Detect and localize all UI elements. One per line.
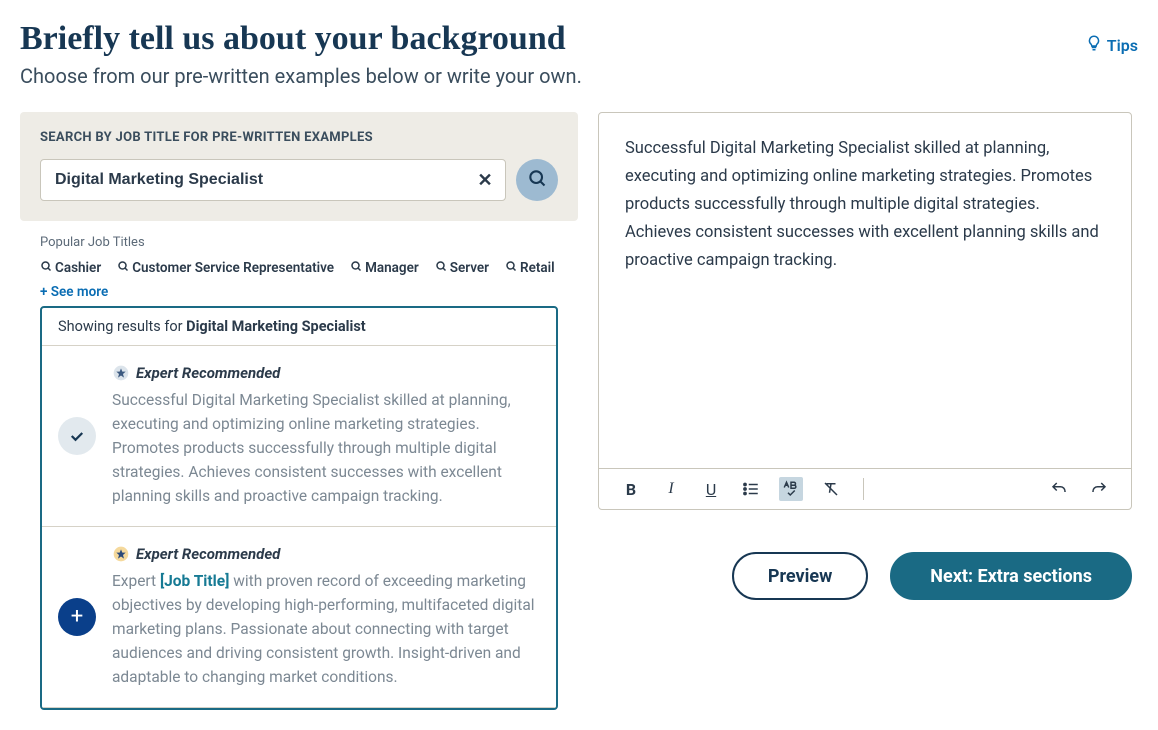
summary-editor[interactable]: Successful Digital Marketing Specialist …: [599, 113, 1131, 468]
expert-label: Expert Recommended: [136, 545, 280, 563]
toolbar-separator: [863, 478, 864, 500]
result-body: Successful Digital Marketing Specialist …: [112, 388, 540, 508]
search-icon: [527, 168, 547, 192]
bold-button[interactable]: B: [619, 477, 643, 501]
result-item[interactable]: Expert Recommended Successful Digital Ma…: [42, 346, 556, 527]
selected-check-icon[interactable]: [58, 417, 96, 455]
popular-title: Popular Job Titles: [40, 235, 558, 250]
search-icon: [117, 260, 129, 276]
italic-button[interactable]: I: [659, 477, 683, 501]
bullet-list-button[interactable]: [739, 477, 763, 501]
star-icon: [112, 545, 130, 563]
popular-job-titles: Popular Job Titles Cashier Customer Serv…: [20, 221, 578, 306]
job-title-placeholder: [Job Title]: [160, 572, 229, 590]
search-icon: [350, 260, 362, 276]
clear-search-icon[interactable]: ✕: [473, 168, 497, 192]
search-input[interactable]: [55, 171, 465, 189]
tag-label: Server: [450, 260, 489, 276]
tag-label: Retail: [520, 260, 555, 276]
search-icon: [505, 260, 517, 276]
action-row: Preview Next: Extra sections: [598, 552, 1132, 600]
popular-tag-retail[interactable]: Retail: [505, 260, 555, 276]
preview-button[interactable]: Preview: [732, 552, 868, 600]
search-label: SEARCH BY JOB TITLE FOR PRE-WRITTEN EXAM…: [40, 130, 558, 145]
next-button[interactable]: Next: Extra sections: [890, 552, 1132, 600]
tag-label: Cashier: [55, 260, 101, 276]
tag-label: Manager: [365, 260, 419, 276]
results-header-term: Digital Marketing Specialist: [186, 318, 366, 335]
spellcheck-button[interactable]: [779, 477, 803, 501]
star-icon: [112, 364, 130, 382]
search-icon: [40, 260, 52, 276]
results-header-prefix: Showing results for: [58, 318, 186, 335]
redo-button[interactable]: [1087, 477, 1111, 501]
popular-tag-csr[interactable]: Customer Service Representative: [117, 260, 334, 276]
undo-button[interactable]: [1047, 477, 1071, 501]
expert-recommended-badge: Expert Recommended: [112, 545, 540, 563]
popular-tag-server[interactable]: Server: [435, 260, 489, 276]
result-item[interactable]: + Expert Recommended Expert [Job Title] …: [42, 527, 556, 708]
result-body: Expert [Job Title] with proven record of…: [112, 569, 540, 689]
editor-toolbar: B I U: [599, 468, 1131, 509]
editor-panel: Successful Digital Marketing Specialist …: [598, 112, 1132, 510]
page-subtitle: Choose from our pre-written examples bel…: [20, 64, 582, 88]
popular-tag-cashier[interactable]: Cashier: [40, 260, 101, 276]
popular-tag-manager[interactable]: Manager: [350, 260, 419, 276]
expert-recommended-badge: Expert Recommended: [112, 364, 540, 382]
expert-label: Expert Recommended: [136, 364, 280, 382]
tips-label: Tips: [1107, 36, 1138, 55]
tips-link[interactable]: Tips: [1085, 34, 1138, 56]
underline-button[interactable]: U: [699, 477, 723, 501]
tag-label: Customer Service Representative: [132, 260, 334, 276]
page-title: Briefly tell us about your background: [20, 20, 582, 58]
search-button[interactable]: [516, 159, 558, 201]
search-panel: SEARCH BY JOB TITLE FOR PRE-WRITTEN EXAM…: [20, 112, 578, 221]
search-input-wrap: ✕: [40, 159, 506, 201]
search-icon: [435, 260, 447, 276]
see-more-link[interactable]: + See more: [40, 284, 558, 300]
results-header: Showing results for Digital Marketing Sp…: [42, 308, 556, 346]
add-example-icon[interactable]: +: [58, 598, 96, 636]
results-panel: Showing results for Digital Marketing Sp…: [40, 306, 558, 710]
lightbulb-icon: [1085, 34, 1103, 56]
clear-formatting-button[interactable]: [819, 477, 843, 501]
